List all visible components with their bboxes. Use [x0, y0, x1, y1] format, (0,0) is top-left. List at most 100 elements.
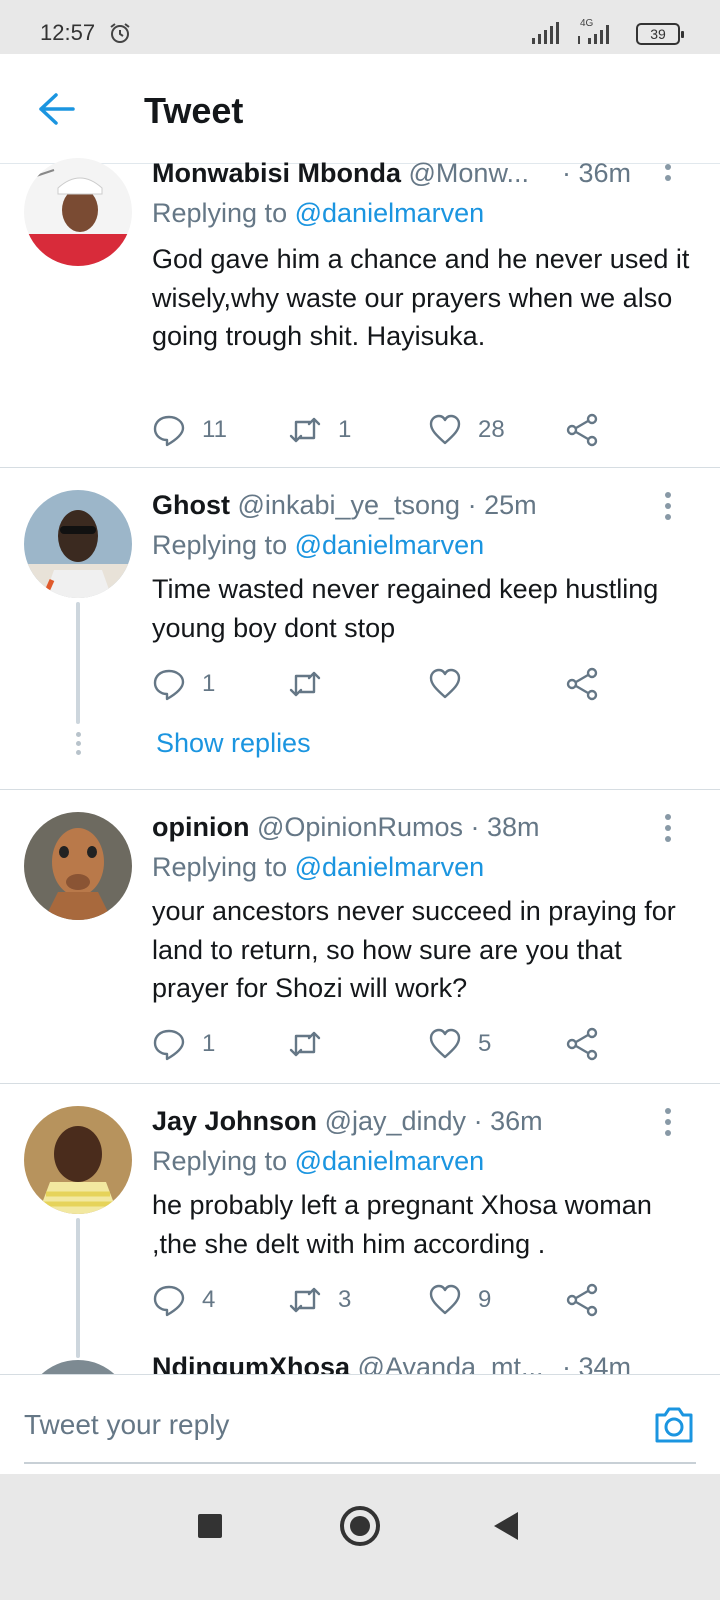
reply-input-underline [24, 1462, 696, 1464]
tweet-header: Jay Johnson @jay_dindy · 36m [152, 1106, 680, 1137]
replying-to-label: Replying to [152, 530, 288, 560]
heart-icon [429, 668, 461, 699]
author-handle: @Monw... [408, 158, 529, 188]
reply-count: 1 [202, 670, 216, 697]
reply-count: 4 [202, 1286, 216, 1313]
signal-icon [532, 22, 559, 44]
comment-bubble-icon [153, 415, 185, 447]
tweet-text: Time wasted never regained keep hustling… [152, 574, 659, 643]
arrow-left-icon[interactable] [36, 92, 76, 126]
author-name[interactable]: opinion [152, 812, 249, 842]
reply-button[interactable]: 1 [152, 1024, 215, 1064]
avatar[interactable] [24, 490, 132, 598]
retweet-button[interactable]: 1 [288, 410, 351, 450]
author-name[interactable]: Jay Johnson [152, 1106, 317, 1136]
retweet-count: 1 [338, 416, 352, 443]
avatar[interactable] [24, 1360, 132, 1374]
recent-apps-button[interactable] [198, 1514, 222, 1538]
show-replies-link[interactable]: Show replies [156, 728, 311, 759]
share-button[interactable] [566, 664, 600, 704]
more-vertical-icon[interactable] [664, 1108, 672, 1141]
tweet-header: Monwabisi Mbonda @Monw... · 36m [152, 158, 680, 189]
share-icon [566, 413, 598, 447]
comment-bubble-icon [153, 669, 185, 701]
author-name[interactable]: Monwabisi Mbonda [152, 158, 401, 188]
comment-bubble-icon [153, 1285, 185, 1317]
tweet-text: God gave him a chance and he never used … [152, 244, 690, 351]
retweet-button[interactable]: 3 [288, 1280, 351, 1320]
replying-to: Replying to @danielmarven [152, 198, 484, 229]
share-button[interactable] [566, 1024, 600, 1064]
tweet-text: he probably left a pregnant Xhosa woman … [152, 1190, 652, 1259]
thread-dots [74, 732, 82, 759]
thread-line [76, 1218, 80, 1358]
tweet-header: NdingumXhosa @Avanda_mt... · 34m [152, 1354, 680, 1374]
reply-button[interactable]: 11 [152, 410, 227, 450]
like-button[interactable] [428, 664, 478, 704]
tweet-time: · 34m [562, 1354, 632, 1374]
tweet-header: Ghost @inkabi_ye_tsong · 25m [152, 490, 680, 521]
tweet-actions: 1 5 [152, 1024, 612, 1064]
avatar[interactable] [24, 158, 132, 266]
author-handle: @Avanda_mt... [357, 1354, 544, 1374]
more-vertical-icon[interactable] [664, 164, 672, 186]
share-button[interactable] [566, 410, 600, 450]
mention-link[interactable]: @danielmarven [295, 852, 485, 882]
retweet-count: 3 [338, 1286, 352, 1313]
retweet-button[interactable] [288, 1024, 338, 1064]
system-nav-bar [0, 1474, 720, 1600]
retweet-button[interactable] [288, 664, 338, 704]
avatar[interactable] [24, 812, 132, 920]
battery-indicator: 39 [636, 23, 684, 45]
mention-link[interactable]: @danielmarven [295, 1146, 485, 1176]
tweet-time: · 25m [467, 490, 537, 520]
reply-input[interactable]: Tweet your reply [24, 1409, 229, 1441]
retweet-icon [289, 1287, 321, 1313]
status-bar: 12:57 4G 39 [0, 0, 720, 54]
tweet-reply[interactable]: Jay Johnson @jay_dindy · 36m Replying to… [0, 1084, 720, 1374]
comment-bubble-icon [153, 1029, 185, 1061]
tweet-reply[interactable]: opinion @OpinionRumos · 38m Replying to … [0, 790, 720, 1084]
reply-composer: Tweet your reply [0, 1374, 720, 1474]
retweet-icon [289, 417, 321, 443]
camera-icon[interactable] [652, 1403, 696, 1447]
author-name[interactable]: Ghost [152, 490, 230, 520]
tweet-reply[interactable]: Ghost @inkabi_ye_tsong · 25m Replying to… [0, 468, 720, 790]
reply-count: 1 [202, 1030, 216, 1057]
more-vertical-icon[interactable] [664, 814, 672, 847]
replying-to: Replying to @danielmarven [152, 530, 484, 561]
author-handle: @jay_dindy [324, 1106, 467, 1136]
thread-line [76, 602, 80, 724]
like-button[interactable]: 5 [428, 1024, 491, 1064]
author-name[interactable]: NdingumXhosa [152, 1354, 350, 1374]
tweet-actions: 4 3 9 [152, 1280, 612, 1320]
tweet-time: · 36m [562, 158, 632, 188]
replying-to-label: Replying to [152, 1146, 288, 1176]
mention-link[interactable]: @danielmarven [295, 198, 485, 228]
tweet-time: · 36m [473, 1106, 543, 1136]
reply-button[interactable]: 4 [152, 1280, 215, 1320]
tweet-actions: 11 1 28 [152, 410, 612, 450]
tweet-reply-partial[interactable]: NdingumXhosa @Avanda_mt... · 34m [0, 1354, 720, 1374]
author-handle: @inkabi_ye_tsong [237, 490, 461, 520]
reply-button[interactable]: 1 [152, 664, 215, 704]
status-time: 12:57 [40, 20, 96, 45]
like-button[interactable]: 28 [428, 410, 505, 450]
share-icon [566, 1027, 598, 1061]
tweet-reply[interactable]: Monwabisi Mbonda @Monw... · 36m Replying… [0, 158, 720, 468]
avatar[interactable] [24, 1106, 132, 1214]
home-button[interactable] [340, 1506, 380, 1546]
share-button[interactable] [566, 1280, 600, 1320]
retweet-icon [289, 1031, 321, 1057]
like-count: 9 [478, 1286, 492, 1313]
tweet-actions: 1 [152, 664, 612, 704]
back-nav-button[interactable] [494, 1512, 518, 1540]
like-button[interactable]: 9 [428, 1280, 491, 1320]
author-handle: @OpinionRumos [256, 812, 463, 842]
app-header: Tweet [0, 54, 720, 164]
heart-icon [429, 1028, 461, 1059]
replying-to: Replying to @danielmarven [152, 1146, 484, 1177]
more-vertical-icon[interactable] [664, 492, 672, 525]
mention-link[interactable]: @danielmarven [295, 530, 485, 560]
replying-to-label: Replying to [152, 852, 288, 882]
